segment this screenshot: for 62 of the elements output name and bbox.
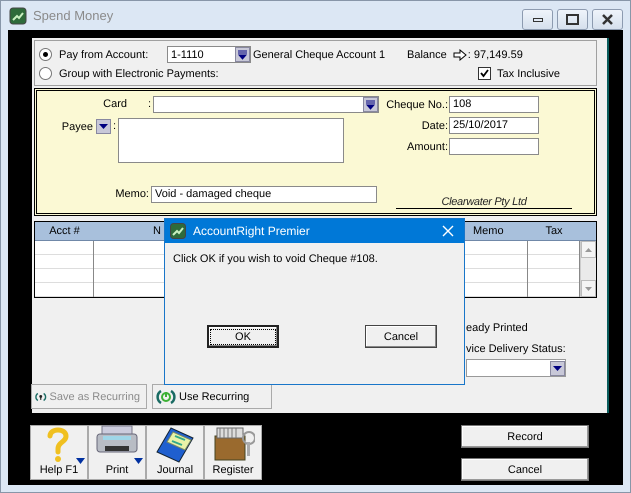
maximize-icon (566, 14, 579, 25)
payee-field[interactable] (118, 118, 344, 163)
field-label: Cheque No.: (385, 98, 448, 110)
field-label: Date: (420, 120, 448, 132)
minimize-button[interactable] (522, 9, 553, 30)
card-field[interactable] (153, 96, 380, 113)
field-label: Memo: (114, 187, 149, 200)
field-label: Amount: (406, 140, 448, 152)
arrow-icon (452, 48, 467, 60)
field-label: vice Delivery Status: (466, 343, 567, 357)
maximize-button[interactable] (557, 9, 588, 30)
field-label: Payee (60, 120, 93, 133)
toolbar-button[interactable]: Register (204, 425, 262, 480)
close-button[interactable] (592, 9, 623, 30)
checkbox-label: eady Printed (466, 322, 529, 336)
radio-button[interactable] (39, 48, 52, 61)
cheque-number-field[interactable]: 108 (449, 96, 539, 113)
checkbox-label: Tax Inclusive (497, 68, 560, 80)
column-header: Tax (545, 225, 563, 237)
caret-icon (550, 360, 565, 376)
cancel-button[interactable]: Cancel (461, 458, 589, 481)
account-field[interactable]: 1-1110 (167, 46, 251, 63)
window-title: Spend Money (33, 8, 114, 23)
caret-icon (96, 119, 111, 134)
record-button[interactable]: Record (461, 425, 589, 448)
app-icon (170, 223, 186, 239)
ok-button[interactable]: OK (207, 325, 279, 348)
minimize-icon (532, 18, 542, 22)
date-field[interactable]: 25/10/2017 (449, 117, 539, 134)
account-name: General Cheque Account 1 (253, 48, 386, 60)
radio-label: Group with Electronic Payments: (59, 68, 220, 80)
down-arrow-icon (585, 286, 592, 290)
power-icon (156, 388, 176, 406)
delivery-status-dropdown[interactable] (466, 359, 566, 377)
checkbox[interactable] (478, 67, 492, 80)
signature-line: Clearwater Pty Ltd (396, 196, 572, 209)
radio-label: Pay from Account: (59, 48, 150, 60)
amount-field[interactable] (449, 138, 539, 155)
radio-button[interactable] (39, 67, 52, 80)
dropdown-button[interactable] (96, 119, 111, 134)
cancel-button[interactable]: Cancel (365, 325, 437, 348)
balance-value: : 97,149.59 (468, 48, 523, 60)
colon-label: : (148, 97, 152, 110)
dialog-message: Click OK if you wish to void Cheque #108. (173, 253, 379, 267)
toolbar-button[interactable]: Print (88, 425, 146, 480)
toolbar-button[interactable]: Help F1 (30, 425, 88, 480)
column-header: N (153, 225, 161, 237)
dropdown-button[interactable] (363, 97, 378, 112)
dropdown-button[interactable] (235, 47, 250, 62)
column-header: Memo (473, 225, 504, 237)
memo-field[interactable]: Void - damaged cheque (151, 186, 377, 203)
balance-label: Balance (407, 48, 447, 60)
colon-label: : (113, 119, 116, 132)
up-arrow-icon (585, 248, 592, 252)
column-header: Acct # (49, 225, 80, 237)
close-icon (602, 14, 613, 25)
app-icon (9, 6, 27, 24)
use-recurring-button[interactable]: Use Recurring (152, 384, 272, 409)
toolbar-button[interactable]: Journal (146, 425, 204, 480)
field-label: Card (102, 97, 127, 110)
dialog-title: AccountRight Premier (193, 224, 311, 238)
scrollbar[interactable] (580, 241, 596, 297)
